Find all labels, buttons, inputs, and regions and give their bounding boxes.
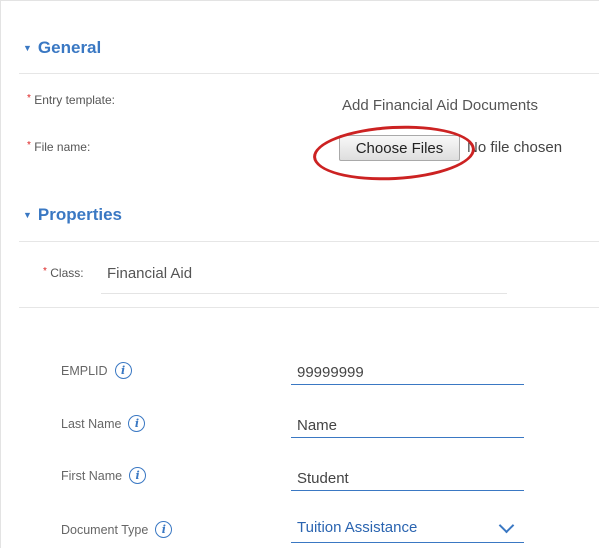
caret-down-icon: ▼: [23, 43, 32, 53]
highlight-circle: [311, 121, 477, 185]
document-type-select[interactable]: Tuition Assistance: [291, 513, 524, 543]
add-document-panel: ▼ General * Entry template: Add Financia…: [0, 0, 599, 548]
document-type-value: Tuition Assistance: [297, 519, 418, 536]
first-name-input[interactable]: Student: [291, 463, 524, 491]
info-icon[interactable]: i: [114, 362, 132, 379]
emplid-input[interactable]: 99999999: [291, 357, 524, 385]
entry-template-value: Add Financial Aid Documents: [342, 97, 538, 114]
info-icon[interactable]: i: [129, 467, 147, 484]
first-name-label: First Name i: [61, 467, 147, 484]
required-marker: *: [27, 93, 31, 104]
last-name-label: Last Name i: [61, 415, 146, 432]
class-value: Financial Aid: [107, 265, 193, 282]
info-icon[interactable]: i: [128, 415, 146, 432]
document-type-label: Document Type i: [61, 521, 173, 538]
class-label: * Class:: [43, 266, 84, 280]
file-name-label: * File name:: [27, 140, 91, 154]
caret-down-icon: ▼: [23, 210, 32, 220]
required-marker: *: [43, 266, 47, 277]
file-status-text: No file chosen: [467, 139, 563, 156]
class-underline: [101, 293, 507, 294]
class-divider: [19, 307, 599, 308]
info-icon[interactable]: i: [155, 521, 173, 538]
general-section-toggle[interactable]: ▼ General: [23, 38, 101, 58]
properties-section-toggle[interactable]: ▼ Properties: [23, 205, 122, 225]
general-heading: General: [37, 38, 102, 57]
chevron-down-icon: [498, 517, 515, 533]
properties-divider: [19, 241, 599, 242]
entry-template-label: * Entry template:: [27, 93, 115, 107]
last-name-input[interactable]: Name: [291, 410, 524, 438]
required-marker: *: [27, 140, 31, 151]
emplid-label: EMPLID i: [61, 362, 132, 379]
general-divider: [19, 73, 599, 74]
properties-heading: Properties: [37, 205, 123, 224]
